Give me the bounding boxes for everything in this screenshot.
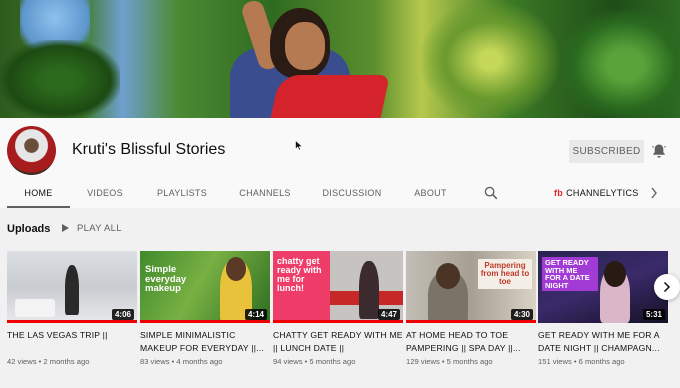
- channelytics-label: CHANNELYTICS: [566, 188, 639, 198]
- video-card[interactable]: 4:06 THE LAS VEGAS TRIP || 42 views • 2 …: [7, 251, 137, 366]
- video-duration: 5:31: [642, 309, 665, 320]
- tab-videos[interactable]: VIDEOS: [76, 180, 134, 208]
- thumbnail-overlay-text: Simple everyday makeup: [145, 264, 187, 294]
- chevron-right-icon: [663, 281, 671, 293]
- video-thumbnail[interactable]: Pampering from head to toe 4:30: [406, 251, 536, 323]
- video-title[interactable]: CHATTY GET READY WITH ME || LUNCH DATE |…: [273, 329, 403, 354]
- thumbnail-overlay-text: Pampering from head to toe: [478, 259, 532, 289]
- tab-about[interactable]: ABOUT: [403, 180, 458, 208]
- banner-portrait: [215, 0, 390, 118]
- video-thumbnail[interactable]: chatty get ready with me for lunch! 4:47: [273, 251, 403, 323]
- channel-name: Kruti's Blissful Stories: [72, 141, 226, 158]
- video-duration: 4:06: [111, 309, 134, 320]
- watch-progress-bar: [406, 320, 536, 323]
- video-card[interactable]: chatty get ready with me for lunch! 4:47…: [273, 251, 403, 366]
- video-card[interactable]: Pampering from head to toe 4:30 AT HOME …: [406, 251, 536, 366]
- video-meta: 129 views • 5 months ago: [406, 357, 493, 366]
- play-all-label: PLAY ALL: [77, 223, 122, 234]
- video-meta: 94 views • 5 months ago: [273, 357, 356, 366]
- video-meta: 151 views • 6 months ago: [538, 357, 625, 366]
- search-icon[interactable]: [484, 186, 498, 200]
- tab-playlists[interactable]: PLAYLISTS: [148, 180, 216, 208]
- chevron-right-icon[interactable]: [650, 186, 658, 200]
- tab-discussion[interactable]: DISCUSSION: [316, 180, 388, 208]
- video-title[interactable]: AT HOME HEAD TO TOE PAMPERING || SPA DAY…: [406, 329, 536, 354]
- video-thumbnail[interactable]: GET READY WITH ME FOR A DATE NIGHT 5:31: [538, 251, 668, 323]
- uploads-heading: Uploads: [7, 223, 51, 235]
- video-title[interactable]: GET READY WITH ME FOR A DATE NIGHT || CH…: [538, 329, 668, 354]
- thumbnail-overlay-text: chatty get ready with me for lunch!: [277, 256, 322, 293]
- channelytics-tab[interactable]: fb CHANNELYTICS: [554, 180, 639, 208]
- video-thumbnail[interactable]: 4:06: [7, 251, 137, 323]
- video-duration: 4:30: [510, 309, 533, 320]
- watch-progress-bar: [140, 320, 270, 323]
- mouse-cursor-icon: [295, 140, 303, 151]
- video-title[interactable]: THE LAS VEGAS TRIP ||: [7, 329, 137, 354]
- tab-channels[interactable]: CHANNELS: [232, 180, 298, 208]
- notification-bell-icon[interactable]: [651, 143, 667, 159]
- video-meta: 83 views • 4 months ago: [140, 357, 223, 366]
- play-icon: [62, 224, 69, 232]
- watch-progress-bar: [7, 320, 137, 323]
- video-thumbnail[interactable]: Simple everyday makeup 4:14: [140, 251, 270, 323]
- channelytics-logo-icon: fb: [554, 188, 564, 198]
- channel-avatar[interactable]: [7, 126, 56, 175]
- video-duration: 4:47: [377, 309, 400, 320]
- channel-page: Kruti's Blissful Stories SUBSCRIBED HOME…: [0, 0, 680, 388]
- tab-home[interactable]: HOME: [7, 180, 70, 208]
- subscribed-button[interactable]: SUBSCRIBED: [569, 140, 644, 163]
- video-card[interactable]: GET READY WITH ME FOR A DATE NIGHT 5:31 …: [538, 251, 668, 366]
- video-duration: 4:14: [244, 309, 267, 320]
- video-title[interactable]: SIMPLE MINIMALISTIC MAKEUP FOR EVERYDAY …: [140, 329, 270, 354]
- channel-banner: [0, 0, 680, 118]
- play-all-button[interactable]: PLAY ALL: [62, 223, 122, 234]
- thumbnail-overlay-text: GET READY WITH ME FOR A DATE NIGHT: [542, 257, 598, 291]
- video-meta: 42 views • 2 months ago: [7, 357, 90, 366]
- video-card[interactable]: Simple everyday makeup 4:14 SIMPLE MINIM…: [140, 251, 270, 366]
- carousel-next-button[interactable]: [654, 274, 680, 300]
- watch-progress-bar: [273, 320, 403, 323]
